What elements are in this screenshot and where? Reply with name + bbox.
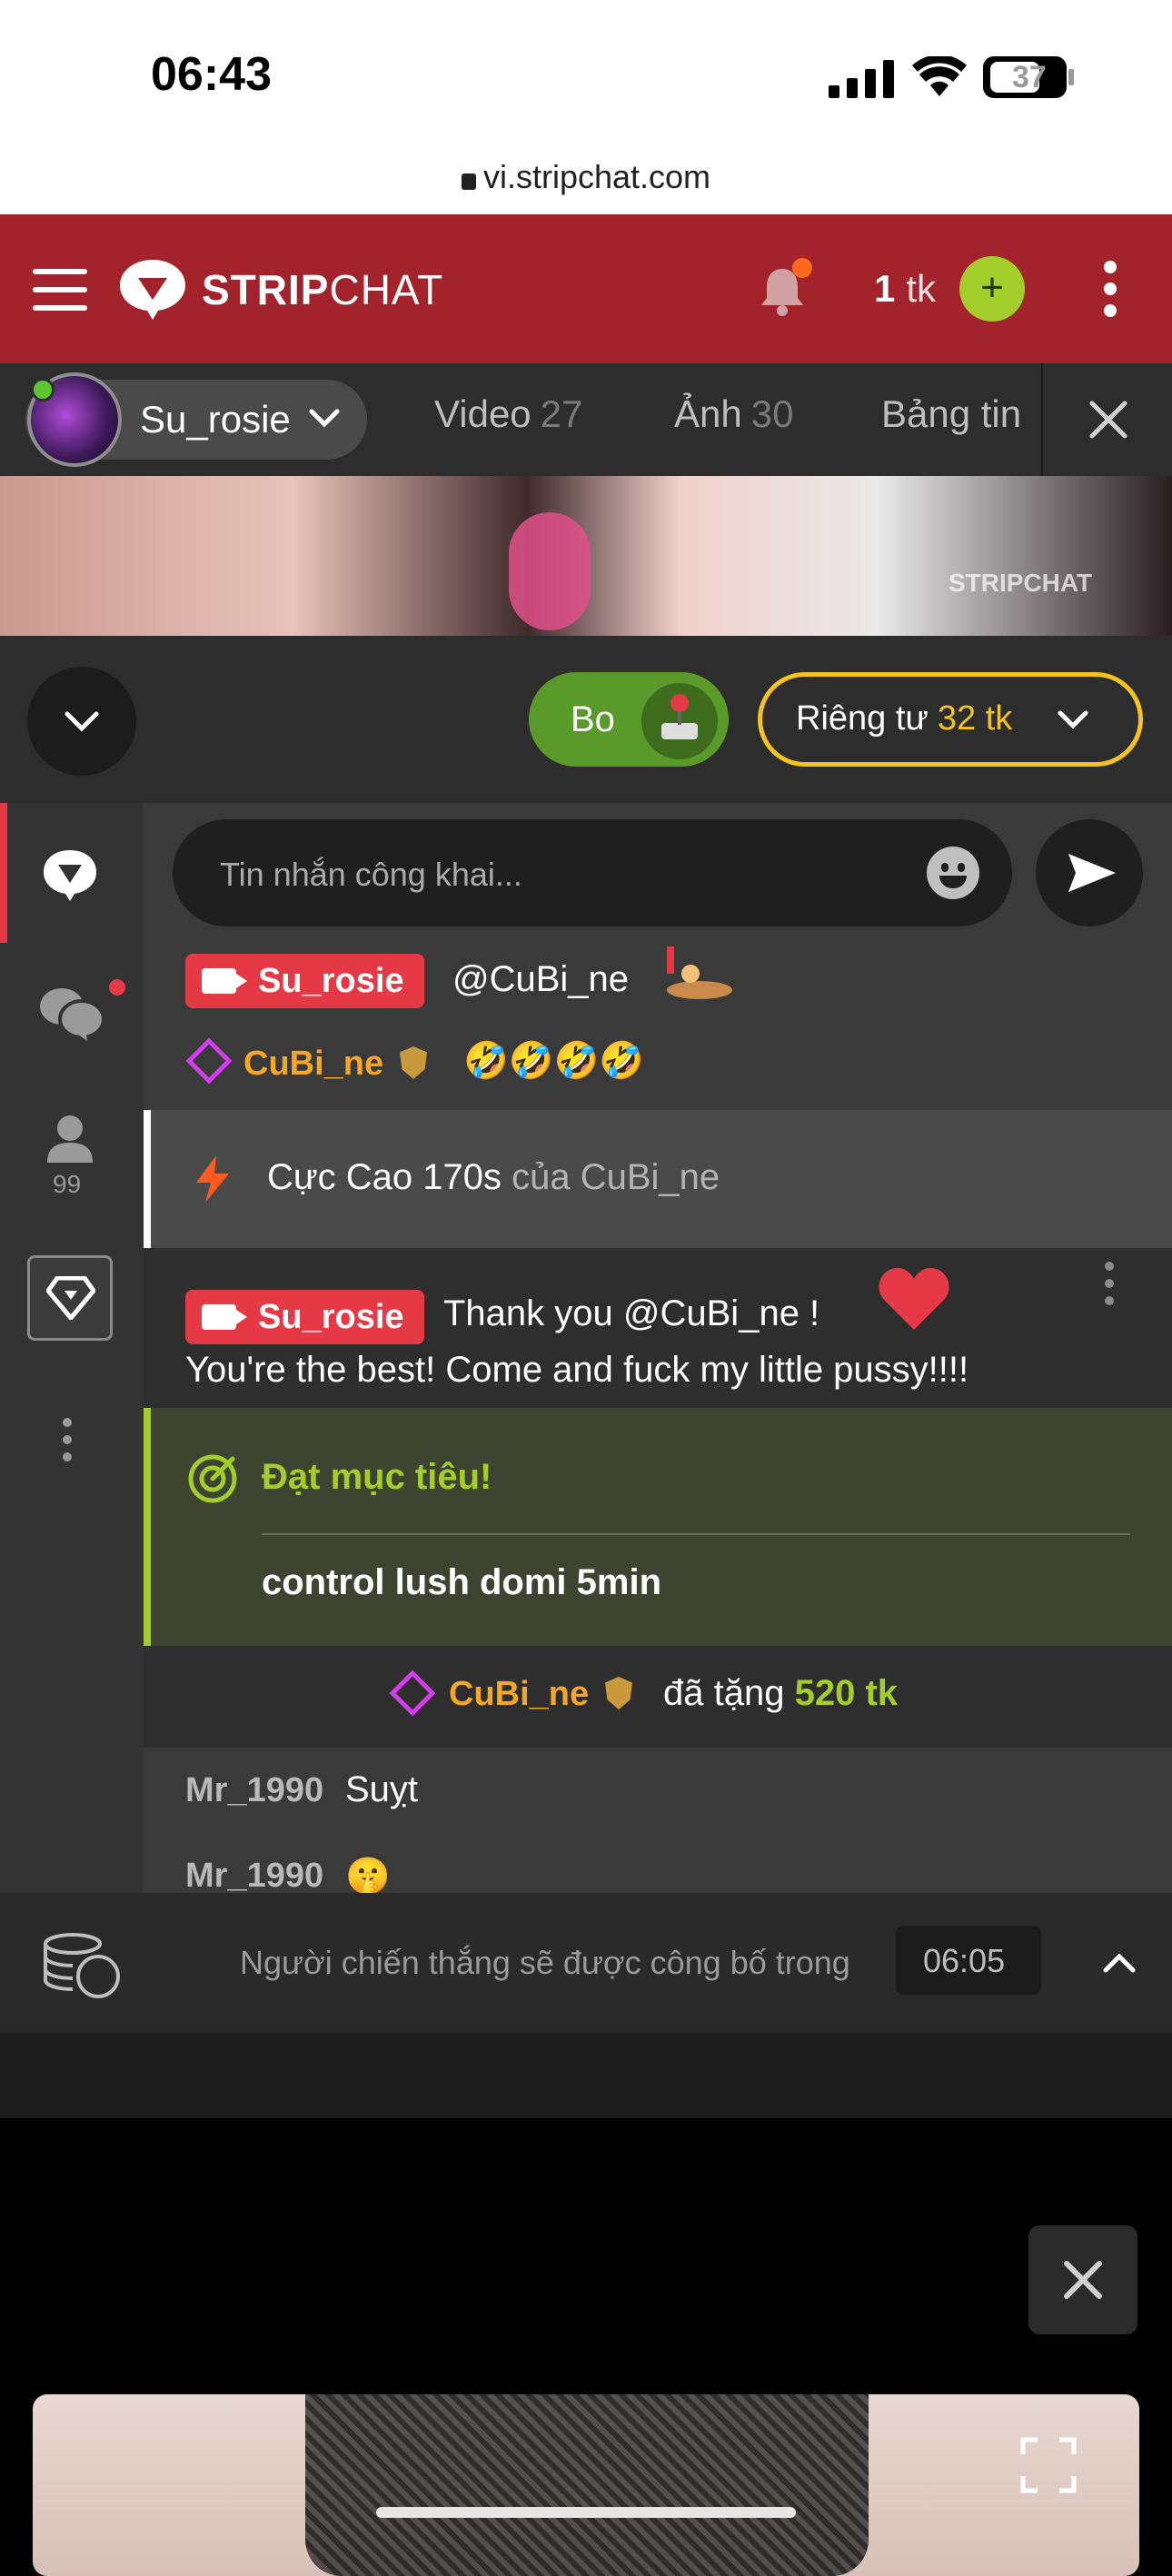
chevron-down-icon[interactable] <box>1058 710 1088 730</box>
url-bar[interactable]: vi.stripchat.com <box>0 145 1172 214</box>
signal-icon <box>829 60 894 98</box>
wifi-icon <box>912 56 967 96</box>
chat-username[interactable]: Mr_1990 <box>185 1857 323 1893</box>
message-input-placeholder: Tin nhắn công khai... <box>220 856 522 893</box>
goal-reached-row <box>144 1408 1172 1646</box>
goal-row-marker <box>144 1408 151 1646</box>
chevron-down-icon <box>65 711 99 732</box>
buy-tokens-button[interactable]: + <box>959 256 1025 322</box>
winner-announcement-text: Người chiến thắng sẽ được công bố trong <box>240 1944 850 1981</box>
chat-message-text: Thank you @CuBi_ne ! <box>443 1293 820 1333</box>
broadcaster-badge[interactable]: Su_rosie <box>185 954 424 1008</box>
tip-gift-row <box>144 1646 1172 1748</box>
tab-videos[interactable]: Video 27 <box>434 392 582 436</box>
private-messages-icon[interactable] <box>38 985 105 1041</box>
token-balance[interactable]: 1 tk <box>874 267 936 311</box>
close-icon <box>1089 401 1127 439</box>
chat-username[interactable]: Mr_1990 <box>185 1771 323 1810</box>
goal-description: control lush domi 5min <box>262 1562 662 1602</box>
public-chat-icon[interactable] <box>42 848 98 901</box>
camera-icon <box>202 968 247 994</box>
chevron-up-icon[interactable] <box>1103 1953 1136 1973</box>
broadcaster-badge[interactable]: Su_rosie <box>185 1290 424 1344</box>
target-icon <box>188 1454 237 1503</box>
chat-message-text: 🤣🤣🤣🤣 <box>463 1041 645 1081</box>
goal-reached-title: Đạt mục tiêu! <box>262 1457 492 1497</box>
toy-control-label: Bo <box>571 699 615 739</box>
message-options-icon[interactable] <box>1103 1261 1116 1306</box>
gift-text: đã tặng 520 tk <box>663 1673 899 1713</box>
chat-row-clip: Mr_1990 🤫 <box>144 1853 1172 1893</box>
status-time: 06:43 <box>151 48 272 101</box>
heart-icon <box>879 1268 949 1330</box>
lock-icon <box>461 173 476 190</box>
send-message-button[interactable] <box>1036 819 1143 926</box>
viewer-count: 99 <box>53 1170 82 1198</box>
tab-feed[interactable]: Bảng tin <box>881 392 1038 436</box>
send-icon <box>1068 854 1116 892</box>
joystick-icon <box>641 683 718 759</box>
bottom-spacer <box>0 2033 1172 2118</box>
coins-icon <box>44 1933 120 1998</box>
pip-video-preview[interactable] <box>33 2394 1139 2576</box>
sidebar-active-indicator <box>0 803 7 943</box>
countdown-timer-text: 06:05 <box>923 1942 1006 1979</box>
chat-message-text: 🤫 <box>345 1857 391 1893</box>
model-username: Su_rosie <box>140 398 291 441</box>
hamburger-menu-icon[interactable] <box>33 269 87 311</box>
home-indicator[interactable] <box>376 2507 796 2518</box>
fullscreen-icon[interactable] <box>1019 2436 1078 2494</box>
battery-level: 37 <box>1012 60 1047 94</box>
tab-photos[interactable]: Ảnh 30 <box>674 392 793 436</box>
close-pip-button[interactable] <box>1028 2225 1137 2334</box>
collapse-video-button[interactable] <box>27 667 136 776</box>
notification-dot <box>792 258 812 278</box>
tip-activity-text: Cực Cao 170s của CuBi_ne <box>267 1157 720 1197</box>
emoji-picker-icon[interactable] <box>927 847 979 899</box>
camera-icon <box>202 1304 247 1330</box>
close-profile-button[interactable] <box>1041 363 1172 476</box>
stripchat-logo-icon[interactable] <box>118 258 187 322</box>
chat-message-text: You're the best! Come and fuck my little… <box>185 1350 969 1390</box>
chevron-down-icon[interactable] <box>309 409 340 429</box>
online-status-dot <box>31 378 55 401</box>
unread-dot <box>109 979 125 996</box>
chat-username[interactable]: CuBi_ne <box>243 1045 383 1084</box>
battery-icon: 37 <box>983 56 1067 98</box>
goal-divider <box>262 1533 1130 1535</box>
live-video-stream[interactable] <box>0 476 1172 636</box>
tip-row-marker <box>144 1110 151 1248</box>
video-watermark: STRIPCHAT <box>949 569 1093 597</box>
status-bar: 06:43 37 <box>0 0 1172 145</box>
chat-sidebar <box>0 803 144 1893</box>
private-show-label: Riêng tư 32 tk <box>796 699 1013 738</box>
chat-message-text: @CuBi_ne <box>452 959 630 999</box>
more-menu-icon[interactable] <box>1103 260 1117 318</box>
sidebar-more-icon[interactable] <box>62 1417 73 1462</box>
diamond-heart-icon <box>46 1276 95 1320</box>
tip-menu-sticker-icon <box>667 946 732 999</box>
chat-username[interactable]: CuBi_ne <box>449 1675 589 1714</box>
users-icon[interactable] <box>45 1114 94 1163</box>
chat-message-text: Suỵt <box>345 1769 419 1809</box>
close-icon <box>1064 2261 1102 2299</box>
fan-club-button[interactable] <box>27 1255 113 1341</box>
url-text: vi.stripchat.com <box>482 158 711 195</box>
lightning-icon <box>196 1155 229 1203</box>
brand-name[interactable]: STRIPCHAT <box>202 265 443 314</box>
site-header: STRIPCHAT 1 tk + <box>0 214 1172 363</box>
